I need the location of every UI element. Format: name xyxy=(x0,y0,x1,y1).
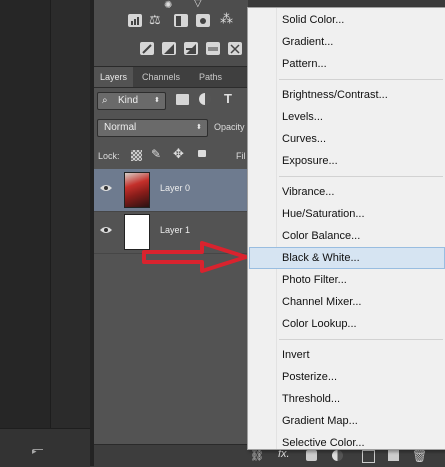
menu-item-color-lookup[interactable]: Color Lookup... xyxy=(249,313,445,335)
menu-separator xyxy=(279,339,443,340)
menu-item-levels[interactable]: Levels... xyxy=(249,106,445,128)
move-icon[interactable]: ✥ xyxy=(173,146,184,162)
canvas-status-bar xyxy=(0,428,90,467)
selective-color-icon[interactable] xyxy=(228,42,242,55)
gradient-map-icon[interactable] xyxy=(206,42,220,55)
menu-item-vibrance[interactable]: Vibrance... xyxy=(249,181,445,203)
black-white-icon[interactable] xyxy=(174,14,188,27)
menu-item-pattern[interactable]: Pattern... xyxy=(249,53,445,75)
menu-item-gradient-map[interactable]: Gradient Map... xyxy=(249,410,445,432)
layer-filter-kind-select[interactable]: ⌕ Kind ⬍ xyxy=(97,92,166,110)
fill-label: Fil xyxy=(236,151,246,161)
lock-transparent-icon[interactable] xyxy=(131,150,142,161)
filter-kind-label: Kind xyxy=(118,95,139,106)
document-canvas[interactable] xyxy=(0,0,51,428)
tab-paths[interactable]: Paths xyxy=(193,67,228,87)
levels-icon[interactable] xyxy=(128,14,142,27)
opacity-label: Opacity xyxy=(214,122,245,132)
layer-row-layer-0[interactable]: Layer 0 xyxy=(94,169,248,212)
menu-item-exposure[interactable]: Exposure... xyxy=(249,150,445,172)
channel-mixer-icon[interactable]: ⁂ xyxy=(220,11,233,27)
menu-item-channel-mixer[interactable]: Channel Mixer... xyxy=(249,291,445,313)
tab-channels[interactable]: Channels xyxy=(136,67,186,87)
menu-item-threshold[interactable]: Threshold... xyxy=(249,388,445,410)
posterize-icon[interactable] xyxy=(162,42,176,55)
status-scroll-icon[interactable] xyxy=(33,449,43,450)
balance-icon[interactable]: ⚖ xyxy=(149,12,161,28)
eye-icon[interactable] xyxy=(100,225,112,235)
lock-label: Lock: xyxy=(98,151,120,161)
eye-icon[interactable] xyxy=(100,183,112,193)
menu-item-invert[interactable]: Invert xyxy=(249,344,445,366)
sun-icon: ✺ xyxy=(164,0,173,11)
menu-item-color-balance[interactable]: Color Balance... xyxy=(249,225,445,247)
menu-item-hue-saturation[interactable]: Hue/Saturation... xyxy=(249,203,445,225)
menu-item-curves[interactable]: Curves... xyxy=(249,128,445,150)
chevron-updown-icon: ⬍ xyxy=(154,97,160,104)
tab-layers[interactable]: Layers xyxy=(94,67,134,87)
filter-adjustment-icon[interactable] xyxy=(199,93,211,105)
red-arrow-annotation xyxy=(142,241,248,273)
menu-item-black-white[interactable]: Black & White... xyxy=(249,247,445,269)
invert-icon[interactable] xyxy=(140,42,154,55)
filter-type-icon[interactable]: T xyxy=(224,91,232,106)
layer-name: Layer 1 xyxy=(160,225,191,235)
layer-name: Layer 0 xyxy=(160,183,191,193)
menu-item-posterize[interactable]: Posterize... xyxy=(249,366,445,388)
menu-item-selective-color[interactable]: Selective Color... xyxy=(249,432,445,454)
triangle-icon: ▽ xyxy=(194,0,202,9)
menu-separator xyxy=(279,176,443,177)
photo-filter-icon[interactable] xyxy=(196,14,210,27)
layer-thumbnail xyxy=(124,172,150,208)
menu-item-photo-filter[interactable]: Photo Filter... xyxy=(249,269,445,291)
blend-mode-select[interactable]: Normal ⬍ xyxy=(97,119,208,137)
lock-icon[interactable] xyxy=(198,150,206,157)
menu-item-gradient[interactable]: Gradient... xyxy=(249,31,445,53)
menu-separator xyxy=(279,79,443,80)
menu-item-solid-color[interactable]: Solid Color... xyxy=(249,9,445,31)
chevron-updown-icon: ⬍ xyxy=(196,124,202,131)
status-menu-arrow-icon[interactable]: ▸ xyxy=(32,446,37,457)
adjustments-panel: ✺ ▽ ⚖ ⁂ xyxy=(94,0,248,67)
brush-icon[interactable]: ✎ xyxy=(151,147,161,161)
panel-tab-bar: Layers Channels Paths xyxy=(94,67,248,88)
filter-pixel-icon[interactable] xyxy=(176,94,189,105)
menu-item-brightness-contrast[interactable]: Brightness/Contrast... xyxy=(249,84,445,106)
threshold-icon[interactable] xyxy=(184,42,198,55)
adjustment-layer-menu: Solid Color... Gradient... Pattern... Brigh… xyxy=(247,7,445,450)
search-icon: ⌕ xyxy=(102,95,108,106)
blend-mode-value: Normal xyxy=(104,122,137,133)
